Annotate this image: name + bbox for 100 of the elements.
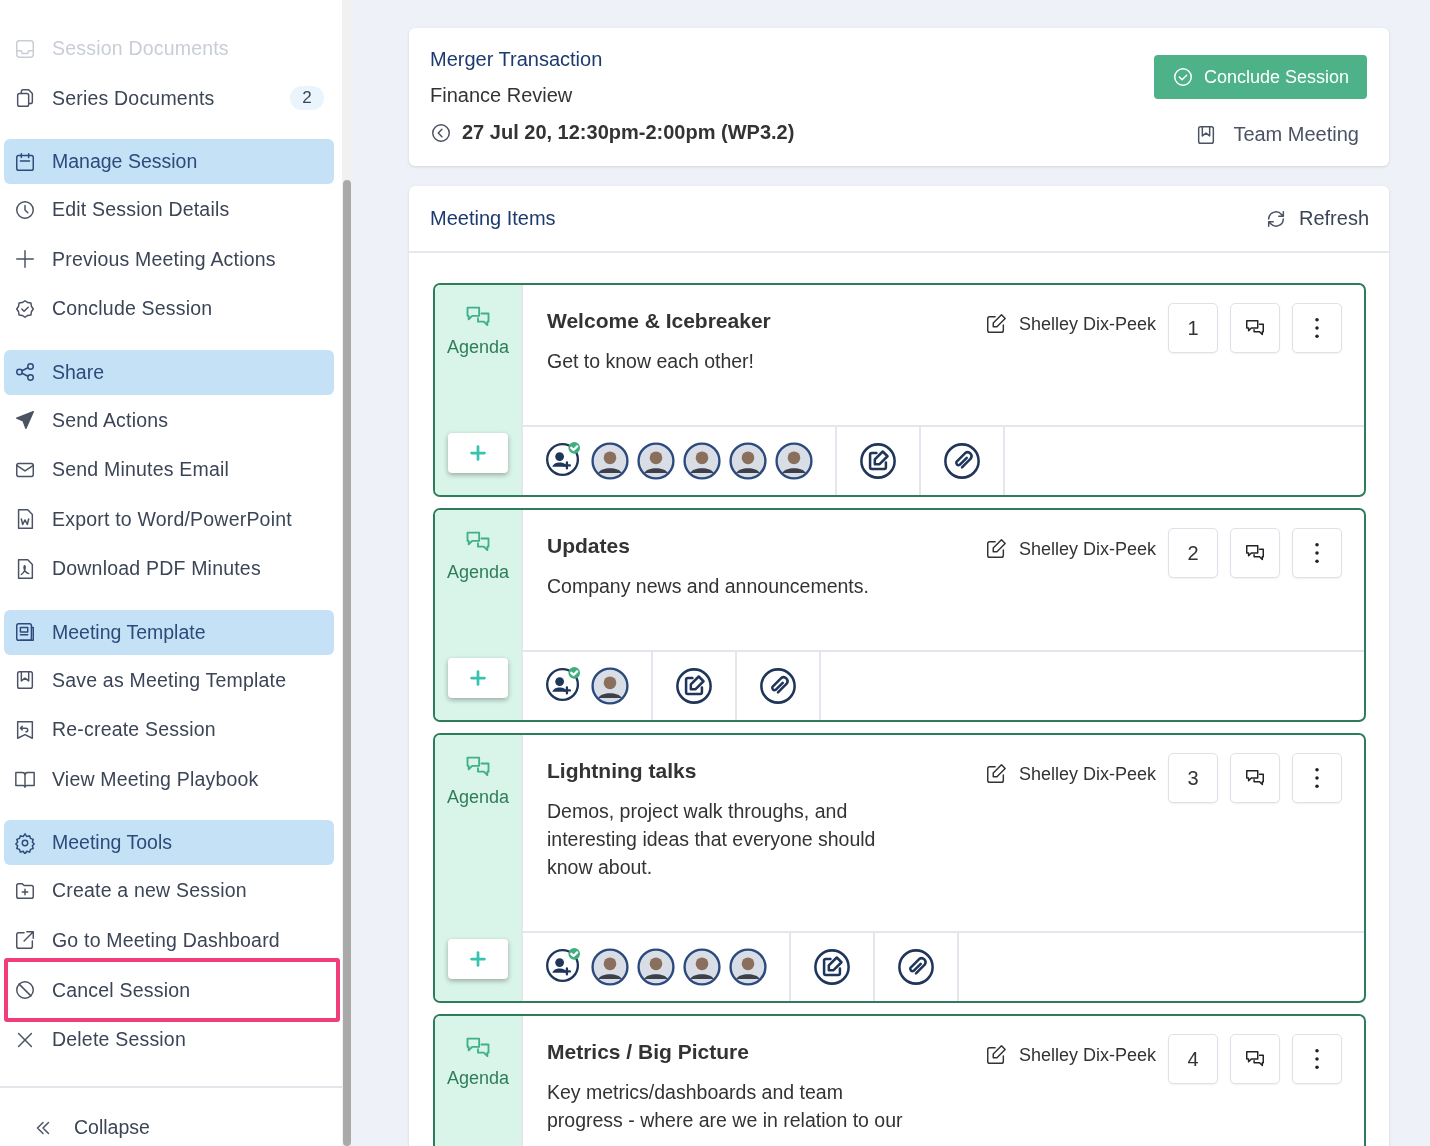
paperclip-icon <box>943 442 981 480</box>
owner-name: Shelley Dix-Peek <box>1018 1044 1156 1066</box>
sidebar-item[interactable]: Edit Session Details <box>4 185 334 235</box>
item-label: Download PDF Minutes <box>52 557 261 581</box>
item-number-button[interactable]: 2 <box>1168 528 1218 578</box>
external-link-icon <box>14 929 36 952</box>
sidebar-item[interactable]: Save as Meeting Template <box>4 655 334 705</box>
sidebar-item[interactable]: Re-create Session <box>4 705 334 755</box>
share-icon <box>14 361 36 383</box>
paper-plane-icon <box>14 409 36 432</box>
edit-icon <box>984 538 1007 560</box>
add-button[interactable] <box>448 939 508 979</box>
item-number-button[interactable]: 4 <box>1168 1034 1218 1084</box>
sidebar-item[interactable]: Previous Meeting Actions <box>4 234 334 284</box>
section-header[interactable]: Manage Session <box>4 139 334 184</box>
owner-name: Shelley Dix-Peek <box>1018 763 1156 785</box>
tray-icon <box>14 37 36 60</box>
avatar <box>637 948 675 986</box>
edit-icon <box>984 1044 1007 1066</box>
item-description: Company news and announcements. <box>547 574 870 599</box>
sidebar-item[interactable]: Send Actions <box>4 395 334 445</box>
item-label: Meeting Tools <box>52 831 172 854</box>
item-title: Updates <box>547 534 631 558</box>
comments-button[interactable] <box>1230 528 1280 578</box>
edit-icon <box>984 763 1007 785</box>
avatar <box>637 442 675 480</box>
item-label: Meeting Template <box>52 620 206 644</box>
plus-icon <box>14 248 36 271</box>
sidebar-item[interactable]: Download PDF Minutes <box>4 544 334 594</box>
meeting-type: Team Meeting <box>1233 123 1359 146</box>
undo-page-icon <box>14 718 36 741</box>
item-type: Agenda <box>446 1068 510 1089</box>
badge-check-icon <box>14 297 36 320</box>
item-label: Edit Session Details <box>52 198 230 222</box>
item-title: Welcome & Icebreaker <box>547 309 772 333</box>
item-type: Agenda <box>446 562 510 583</box>
item-description: Get to know each other! <box>547 349 756 374</box>
sidebar-item[interactable]: Cancel Session <box>4 958 340 1022</box>
session-title[interactable]: Merger Transaction <box>430 48 795 71</box>
edit-notes-icon <box>859 442 897 480</box>
count-badge: 2 <box>290 86 324 111</box>
session-time: 27 Jul 20, 12:30pm-2:00pm (WP3.2) <box>462 121 795 144</box>
prohibited-icon <box>14 979 36 1001</box>
refresh-button[interactable]: Refresh <box>1264 207 1369 230</box>
session-subtitle: Finance Review <box>430 84 574 107</box>
section-header[interactable]: Meeting Template <box>4 609 334 655</box>
section-header[interactable]: Meeting Tools <box>4 820 334 865</box>
sidebar-item[interactable]: Conclude Session <box>4 284 334 334</box>
comments-button[interactable] <box>1230 1034 1280 1084</box>
section-header[interactable]: Share <box>4 349 334 395</box>
item-number-button[interactable]: 1 <box>1168 303 1218 353</box>
calendar-icon <box>14 150 36 173</box>
more-button[interactable] <box>1292 753 1342 803</box>
item-description: Key metrics/dashboards and team progress - where are we in relation to our <box>547 1080 904 1133</box>
sidebar-item[interactable]: Create a new Session <box>4 866 334 916</box>
avatar <box>683 948 721 986</box>
sidebar-item[interactable]: Export to Word/PowerPoint <box>4 494 334 544</box>
avatar <box>683 442 721 480</box>
item-label: Conclude Session <box>52 297 213 321</box>
sidebar-item[interactable]: Series Documents 2 <box>4 73 334 123</box>
avatar <box>729 948 767 986</box>
item-label: Delete Session <box>52 1028 186 1052</box>
collapse-button[interactable]: Collapse <box>4 1087 334 1146</box>
add-button[interactable] <box>448 658 508 698</box>
plus-icon <box>467 442 489 464</box>
sidebar-item[interactable]: Send Minutes Email <box>4 445 334 495</box>
item-label: Cancel Session <box>52 978 191 1002</box>
paperclip-icon <box>897 948 935 986</box>
owner-name: Shelley Dix-Peek <box>1018 538 1156 560</box>
more-vertical-icon <box>1315 1049 1319 1069</box>
more-vertical-icon <box>1315 543 1319 563</box>
scrollbar[interactable] <box>342 0 352 1146</box>
edit-notes-icon <box>675 667 713 705</box>
item-title: Metrics / Big Picture <box>547 1040 750 1064</box>
item-type: Agenda <box>446 337 510 358</box>
item-label: Go to Meeting Dashboard <box>52 928 280 952</box>
item-number-button[interactable]: 3 <box>1168 753 1218 803</box>
scrollbar-thumb[interactable] <box>343 180 351 1146</box>
item-label: View Meeting Playbook <box>52 767 259 791</box>
paperclip-icon <box>759 667 797 705</box>
more-button[interactable] <box>1292 528 1342 578</box>
item-label: Send Minutes Email <box>52 458 229 482</box>
sidebar-item[interactable]: View Meeting Playbook <box>4 754 334 804</box>
check-circle-icon <box>1171 66 1194 88</box>
clock-icon <box>14 198 36 221</box>
edit-icon <box>984 313 1007 335</box>
gear-icon <box>14 831 36 854</box>
more-button[interactable] <box>1292 303 1342 353</box>
item-label: Save as Meeting Template <box>52 668 287 692</box>
template-icon <box>14 621 36 643</box>
bookmark-icon <box>14 669 36 692</box>
avatar <box>729 442 767 480</box>
comments-button[interactable] <box>1230 303 1280 353</box>
comments-button[interactable] <box>1230 753 1280 803</box>
more-button[interactable] <box>1292 1034 1342 1084</box>
add-button[interactable] <box>448 433 508 473</box>
avatar <box>775 442 813 480</box>
panel-title: Meeting Items <box>430 207 556 230</box>
item-label: Send Actions <box>52 408 169 432</box>
item-description: Demos, project walk throughs, and interesting ideas that everyone should know about. <box>547 799 877 880</box>
